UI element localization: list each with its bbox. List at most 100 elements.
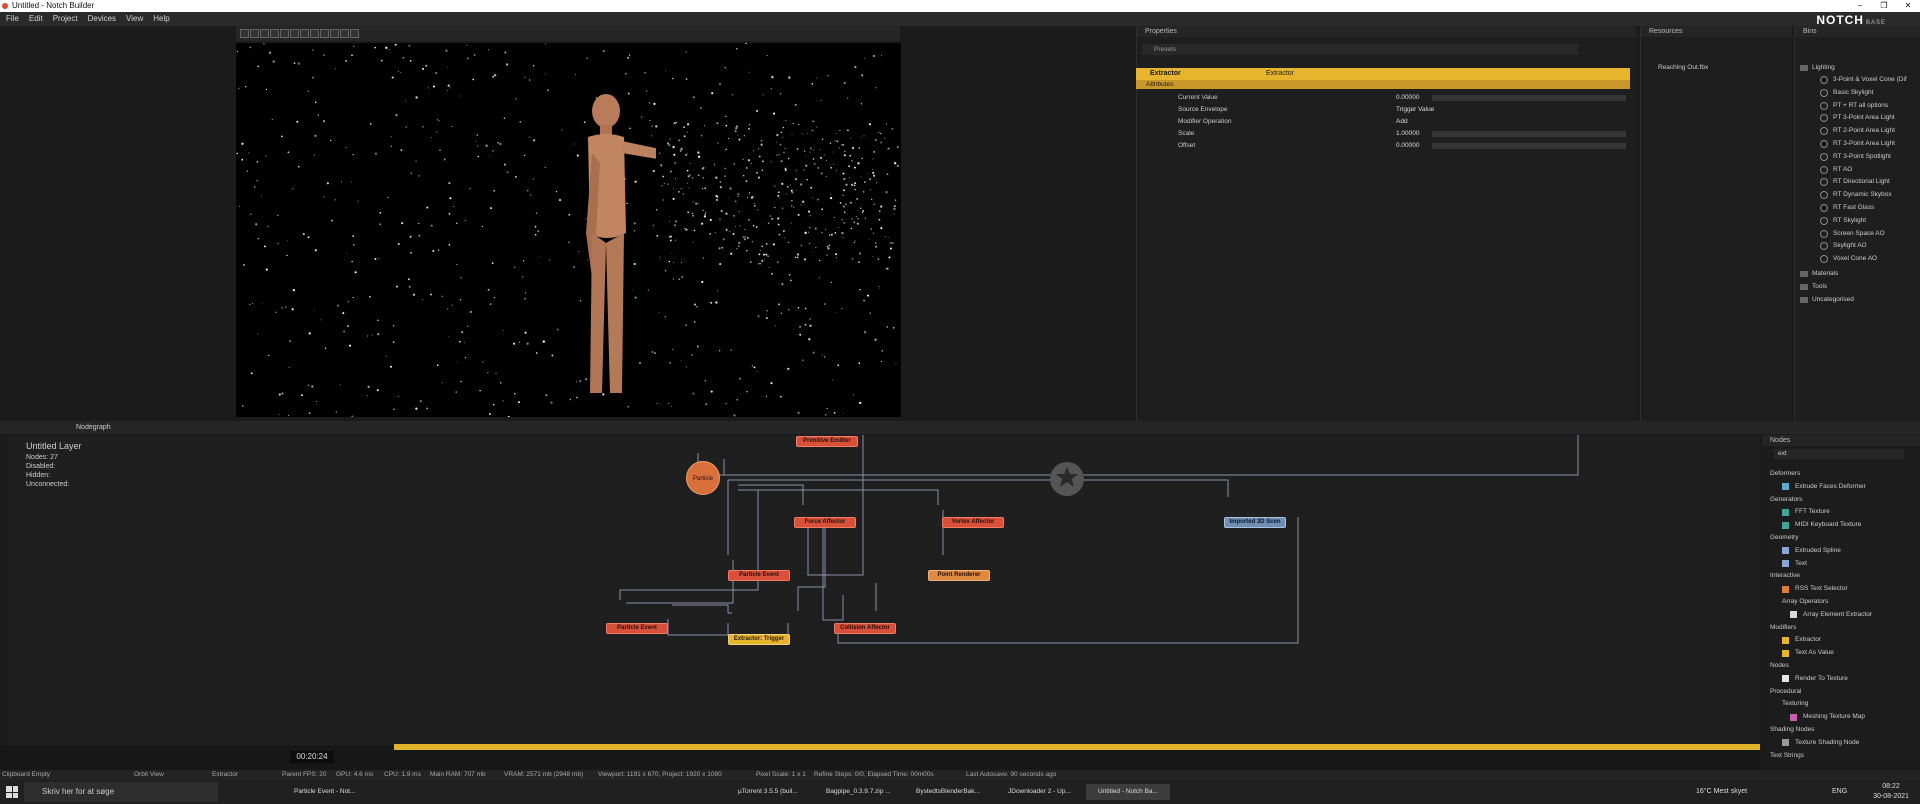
prop-current-value[interactable]: Current Value 0.00000: [1136, 92, 1630, 104]
prop-value[interactable]: Add: [1396, 116, 1408, 128]
bin-item[interactable]: Skylight AO: [1820, 240, 1867, 252]
node-type-item[interactable]: RSS Text Selector: [1782, 583, 1848, 595]
node-category[interactable]: Interactive: [1770, 570, 1800, 582]
bin-category-lighting[interactable]: Lighting: [1800, 62, 1835, 74]
nodegraph-canvas[interactable]: [8, 435, 1760, 745]
bin-item[interactable]: RT Dynamic Skybox: [1820, 189, 1892, 201]
node-particle-event[interactable]: Particle Event: [606, 623, 668, 634]
node-particle[interactable]: Particle: [686, 461, 720, 495]
light-tool-icon[interactable]: [310, 29, 319, 38]
scale-tool-icon[interactable]: [270, 29, 279, 38]
bin-category-materials[interactable]: Materials: [1800, 268, 1838, 280]
node-header[interactable]: Extractor Extractor: [1136, 68, 1630, 80]
bin-item[interactable]: PT + RT all options: [1820, 100, 1888, 112]
camera-tool-icon[interactable]: [280, 29, 289, 38]
node-category[interactable]: Deformers: [1770, 468, 1800, 480]
node-type-item[interactable]: FFT Texture: [1782, 506, 1830, 518]
move-tool-icon[interactable]: [250, 29, 259, 38]
bin-item[interactable]: Voxel Cone AO: [1820, 253, 1877, 265]
taskbar-app-jdownloader[interactable]: JDownloader 2 - Up...: [996, 784, 1082, 800]
node-type-item[interactable]: Extractor: [1782, 634, 1821, 646]
snap-tool-icon[interactable]: [290, 29, 299, 38]
node-type-item[interactable]: Meshing Texture Map: [1790, 711, 1865, 723]
maximize-button[interactable]: ❐: [1872, 0, 1896, 12]
node-particle-event[interactable]: Particle Event: [728, 570, 790, 581]
minimize-button[interactable]: –: [1848, 0, 1872, 12]
bin-item[interactable]: RT Skylight: [1820, 215, 1866, 227]
windows-start-icon[interactable]: [6, 786, 18, 798]
nodes-search-input[interactable]: ext: [1774, 449, 1904, 459]
node-category[interactable]: Modifiers: [1770, 622, 1796, 634]
bin-item[interactable]: RT 3-Point Spotlight: [1820, 151, 1891, 163]
weather-widget[interactable]: 16°C Mest skyet: [1696, 787, 1747, 797]
resource-item[interactable]: Reaching Out.fbx: [1658, 64, 1708, 71]
node-type-item[interactable]: Extruded Spline: [1782, 545, 1841, 557]
node-type-item[interactable]: Render To Texture: [1782, 673, 1848, 685]
prop-scale[interactable]: Scale 1.00000: [1136, 128, 1630, 140]
bounds-tool-icon[interactable]: [320, 29, 329, 38]
node-subcategory[interactable]: Array Operators: [1782, 596, 1828, 608]
select-tool-icon[interactable]: [240, 29, 249, 38]
prop-value[interactable]: 1.00000: [1396, 128, 1420, 140]
node-type-item[interactable]: Texture Shading Node: [1782, 737, 1859, 749]
taskbar-app-blender-bak[interactable]: BystedtsBlenderBak...: [904, 784, 992, 800]
prop-value[interactable]: 0.00000: [1396, 140, 1420, 152]
play-tool-icon[interactable]: [340, 29, 349, 38]
render-viewport[interactable]: [236, 43, 901, 417]
bin-item[interactable]: 3-Point & Voxel Cone (Dif: [1820, 74, 1907, 86]
bin-item[interactable]: RT Fast Glass: [1820, 202, 1874, 214]
node-primitive-emitter[interactable]: Primitive Emitter: [796, 436, 858, 447]
node-type-item[interactable]: Extrude Faces Deformer: [1782, 481, 1866, 493]
taskbar-app-utorrent[interactable]: µTorrent 3.5.5 (buil...: [726, 784, 808, 800]
prop-value[interactable]: Trigger Value: [1396, 104, 1434, 116]
record-tool-icon[interactable]: [350, 29, 359, 38]
taskbar-app-notch[interactable]: Untitled - Notch Ba...: [1086, 784, 1170, 800]
node-extractor-trigger[interactable]: Extractor: Trigger: [728, 634, 790, 645]
prop-value[interactable]: 0.00000: [1396, 92, 1420, 104]
bin-item[interactable]: RT 2-Point Area Light: [1820, 125, 1895, 137]
attributes-section[interactable]: Attributes: [1136, 80, 1630, 89]
node-imported-3d-scene[interactable]: Imported 3D Scen: [1224, 517, 1286, 528]
bin-category-tools[interactable]: Tools: [1800, 281, 1827, 293]
language-indicator[interactable]: ENG: [1832, 787, 1847, 797]
value-slider[interactable]: [1432, 95, 1626, 101]
bin-item[interactable]: RT Directional Light: [1820, 176, 1890, 188]
bin-item[interactable]: Screen Space AO: [1820, 228, 1885, 240]
rotate-tool-icon[interactable]: [260, 29, 269, 38]
value-slider[interactable]: [1432, 143, 1626, 149]
node-type-item[interactable]: Array Element Extractor: [1790, 609, 1872, 621]
menu-view[interactable]: View: [126, 12, 143, 26]
node-vortex-affector[interactable]: Vortex Affector: [942, 517, 1004, 528]
bin-item[interactable]: RT AO: [1820, 164, 1852, 176]
node-type-item[interactable]: Text: [1782, 558, 1807, 570]
node-category[interactable]: Geometry: [1770, 532, 1799, 544]
menu-devices[interactable]: Devices: [88, 12, 116, 26]
value-slider[interactable]: [1432, 131, 1626, 137]
taskbar-search-input[interactable]: Skriv her for at søge: [24, 782, 218, 802]
node-category[interactable]: Procedural: [1770, 686, 1801, 698]
node-type-item[interactable]: Text As Value: [1782, 647, 1834, 659]
timeline-range-bar[interactable]: [394, 744, 1760, 750]
gear-icon[interactable]: [1048, 460, 1086, 498]
presets-dropdown[interactable]: Presets: [1142, 44, 1578, 55]
menu-project[interactable]: Project: [53, 12, 78, 26]
menu-file[interactable]: File: [6, 12, 19, 26]
node-category[interactable]: Generators: [1770, 494, 1803, 506]
menu-help[interactable]: Help: [153, 12, 169, 26]
timecode-display[interactable]: 00:20:24: [290, 751, 334, 763]
bin-item[interactable]: Basic Skylight: [1820, 87, 1873, 99]
prop-source-envelope[interactable]: Source Envelope Trigger Value: [1136, 104, 1630, 116]
taskbar-app-winrar[interactable]: Bagpipe_0.3.9.7.zip ...: [814, 784, 898, 800]
node-type-item[interactable]: MIDI Keyboard Texture: [1782, 519, 1861, 531]
node-category[interactable]: Nodes: [1770, 660, 1789, 672]
node-point-renderer[interactable]: Point Renderer: [928, 570, 990, 581]
node-collision-affector[interactable]: Collision Affector: [834, 623, 896, 634]
node-category[interactable]: Text Strings: [1770, 750, 1804, 762]
prop-offset[interactable]: Offset 0.00000: [1136, 140, 1630, 152]
bin-item[interactable]: PT 3-Point Area Light: [1820, 112, 1895, 124]
node-force-affector[interactable]: Force Affector: [794, 517, 856, 528]
prop-modifier-operation[interactable]: Modifier Operation Add: [1136, 116, 1630, 128]
system-clock[interactable]: 08:22 30-08-2021: [1866, 782, 1916, 802]
grid-tool-icon[interactable]: [300, 29, 309, 38]
menu-edit[interactable]: Edit: [29, 12, 43, 26]
